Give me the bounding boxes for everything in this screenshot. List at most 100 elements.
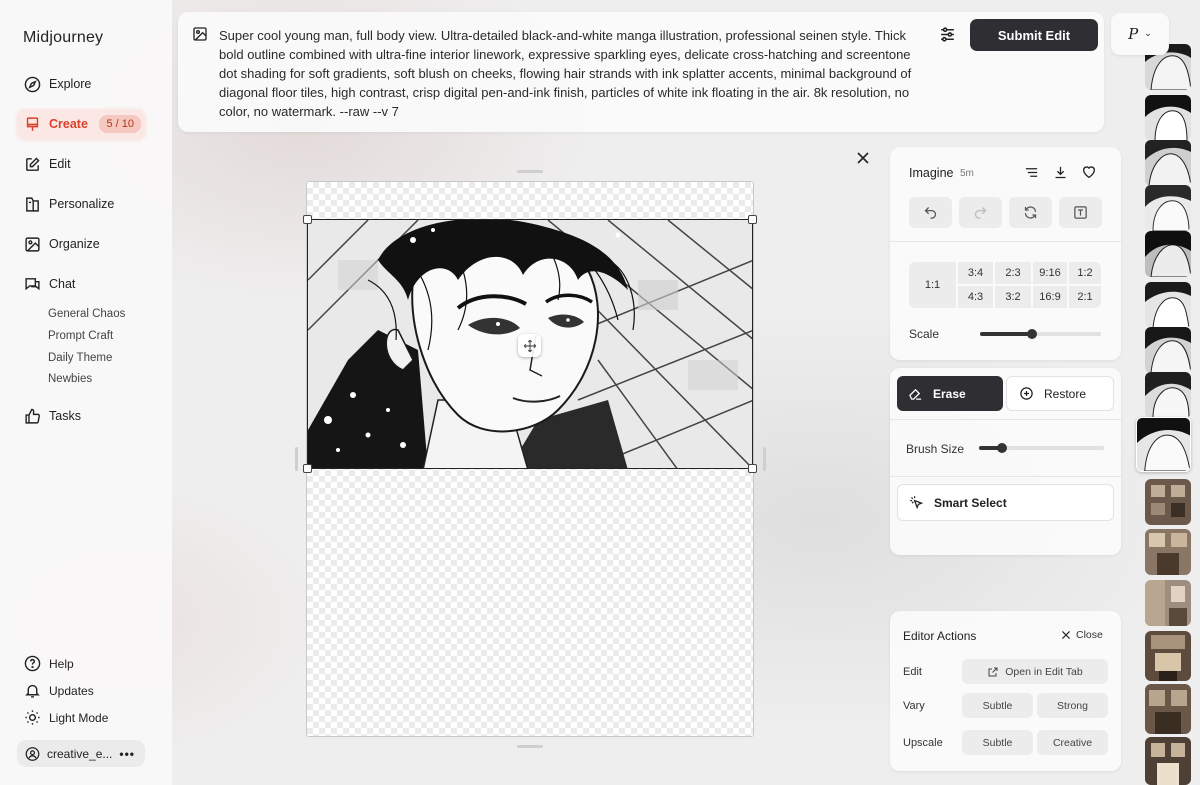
username: creative_e... bbox=[47, 746, 113, 761]
scale-label: Scale bbox=[909, 327, 940, 341]
thumbs-up-icon bbox=[25, 408, 40, 424]
nav-personalize[interactable]: Personalize bbox=[17, 189, 145, 219]
right-resize-grip[interactable] bbox=[763, 447, 766, 471]
nav-create[interactable]: Create 5 / 10 bbox=[17, 109, 145, 139]
brush-size-label: Brush Size bbox=[906, 442, 965, 456]
scale-slider[interactable] bbox=[980, 329, 1101, 339]
left-resize-grip[interactable] bbox=[295, 447, 298, 471]
prompt-bar: Super cool young man, full body view. Ul… bbox=[178, 12, 1104, 132]
crop-handle-bottom-right[interactable] bbox=[748, 464, 757, 473]
text-tool-button[interactable] bbox=[1059, 197, 1102, 228]
history-thumbnail[interactable] bbox=[1145, 684, 1191, 734]
nav-edit[interactable]: Edit bbox=[17, 149, 145, 179]
settings-sliders-icon[interactable] bbox=[938, 25, 957, 44]
history-thumbnail[interactable] bbox=[1145, 185, 1191, 231]
editor-actions-close-button[interactable]: Close bbox=[1061, 629, 1103, 641]
user-avatar-icon bbox=[25, 746, 40, 761]
user-more-button[interactable]: ••• bbox=[119, 747, 135, 761]
brand-logo[interactable]: Midjourney bbox=[23, 29, 103, 47]
nav-tasks[interactable]: Tasks bbox=[17, 401, 145, 431]
history-thumbnail[interactable] bbox=[1145, 95, 1191, 141]
history-thumbnail[interactable] bbox=[1145, 327, 1191, 373]
history-thumbnail[interactable] bbox=[1145, 529, 1191, 575]
nav-chat[interactable]: Chat bbox=[17, 269, 145, 299]
smart-select-label: Smart Select bbox=[934, 495, 1007, 510]
nav-create-label: Create bbox=[49, 117, 88, 131]
history-thumbnail[interactable] bbox=[1145, 580, 1191, 626]
top-resize-grip[interactable] bbox=[517, 170, 543, 173]
nav-explore[interactable]: Explore bbox=[17, 69, 145, 99]
restore-button[interactable]: Restore bbox=[1006, 376, 1114, 411]
erase-button[interactable]: Erase bbox=[897, 376, 1003, 411]
refresh-button[interactable] bbox=[1009, 197, 1052, 228]
ratio-16-9[interactable]: 16:9 bbox=[1033, 286, 1067, 308]
profile-letter: P bbox=[1128, 25, 1139, 43]
vary-subtle-button[interactable]: Subtle bbox=[962, 693, 1033, 718]
image-prompt-icon[interactable] bbox=[192, 26, 208, 42]
ratio-1-1[interactable]: 1:1 bbox=[909, 262, 956, 308]
upscale-creative-button[interactable]: Creative bbox=[1037, 730, 1108, 755]
heart-icon[interactable] bbox=[1081, 164, 1097, 180]
upscale-subtle-button[interactable]: Subtle bbox=[962, 730, 1033, 755]
brush-size-slider[interactable] bbox=[979, 443, 1104, 453]
ratio-2-3[interactable]: 2:3 bbox=[995, 262, 1031, 284]
chat-room-newbies[interactable]: Newbies bbox=[48, 373, 92, 385]
smart-select-button[interactable]: Smart Select bbox=[897, 484, 1114, 521]
history-thumbnail[interactable] bbox=[1145, 631, 1191, 681]
chat-room-general-chaos[interactable]: General Chaos bbox=[48, 308, 125, 320]
open-in-edit-tab-button[interactable]: Open in Edit Tab bbox=[962, 659, 1108, 684]
profile-selector[interactable]: P ⌄ bbox=[1111, 13, 1169, 55]
move-handle[interactable] bbox=[518, 334, 541, 357]
ratio-2-1[interactable]: 2:1 bbox=[1069, 286, 1101, 308]
ratio-3-4[interactable]: 3:4 bbox=[958, 262, 993, 284]
history-thumbnail-selected[interactable] bbox=[1136, 417, 1191, 472]
cursor-sparkle-icon bbox=[910, 496, 924, 510]
prompt-input[interactable]: Super cool young man, full body view. Ul… bbox=[219, 26, 929, 121]
history-thumbnail[interactable] bbox=[1145, 479, 1191, 525]
ratio-4-3[interactable]: 4:3 bbox=[958, 286, 993, 308]
history-thumbnail-strip bbox=[1136, 0, 1200, 785]
scale-slider-thumb[interactable] bbox=[1027, 329, 1038, 339]
sidebar: Midjourney Explore Create 5 / 10 Edit Pe… bbox=[0, 0, 172, 785]
updates-label: Updates bbox=[49, 683, 94, 698]
chat-room-prompt-craft[interactable]: Prompt Craft bbox=[48, 330, 113, 342]
vary-strong-button[interactable]: Strong bbox=[1037, 693, 1108, 718]
crop-handle-top-left[interactable] bbox=[303, 215, 312, 224]
chat-icon bbox=[25, 277, 40, 290]
edit-icon bbox=[26, 156, 40, 171]
bottom-resize-grip[interactable] bbox=[517, 745, 543, 748]
history-thumbnail[interactable] bbox=[1145, 737, 1191, 785]
history-thumbnail[interactable] bbox=[1145, 140, 1191, 186]
imagine-title: Imagine bbox=[909, 166, 954, 180]
undo-button[interactable] bbox=[909, 197, 952, 228]
crop-handle-top-right[interactable] bbox=[748, 215, 757, 224]
history-thumbnail[interactable] bbox=[1145, 372, 1191, 418]
chat-room-daily-theme[interactable]: Daily Theme bbox=[48, 352, 112, 364]
edit-row-label: Edit bbox=[903, 666, 922, 678]
filter-lines-icon[interactable] bbox=[1024, 165, 1039, 180]
updates-link[interactable]: Updates bbox=[24, 682, 94, 699]
submit-edit-button[interactable]: Submit Edit bbox=[970, 19, 1098, 51]
plus-circle-icon bbox=[1020, 387, 1033, 400]
ratio-1-2[interactable]: 1:2 bbox=[1069, 262, 1101, 284]
brush-size-thumb[interactable] bbox=[996, 443, 1007, 453]
panel-divider bbox=[890, 241, 1121, 242]
brush-icon bbox=[26, 116, 39, 131]
history-thumbnail[interactable] bbox=[1145, 282, 1191, 328]
personalize-icon bbox=[26, 196, 39, 212]
chevron-down-icon: ⌄ bbox=[1144, 29, 1152, 39]
light-mode-toggle[interactable]: Light Mode bbox=[24, 709, 108, 726]
help-link[interactable]: Help bbox=[24, 655, 74, 672]
vary-row-label: Vary bbox=[903, 700, 925, 712]
close-icon[interactable] bbox=[856, 151, 870, 165]
ratio-9-16[interactable]: 9:16 bbox=[1033, 262, 1067, 284]
redo-button[interactable] bbox=[959, 197, 1002, 228]
user-menu[interactable]: creative_e... ••• bbox=[17, 740, 145, 767]
nav-explore-label: Explore bbox=[49, 77, 92, 91]
crop-handle-bottom-left[interactable] bbox=[303, 464, 312, 473]
restore-label: Restore bbox=[1044, 386, 1087, 401]
ratio-3-2[interactable]: 3:2 bbox=[995, 286, 1031, 308]
history-thumbnail[interactable] bbox=[1145, 231, 1191, 277]
nav-organize[interactable]: Organize bbox=[17, 229, 145, 259]
download-icon[interactable] bbox=[1053, 165, 1068, 180]
